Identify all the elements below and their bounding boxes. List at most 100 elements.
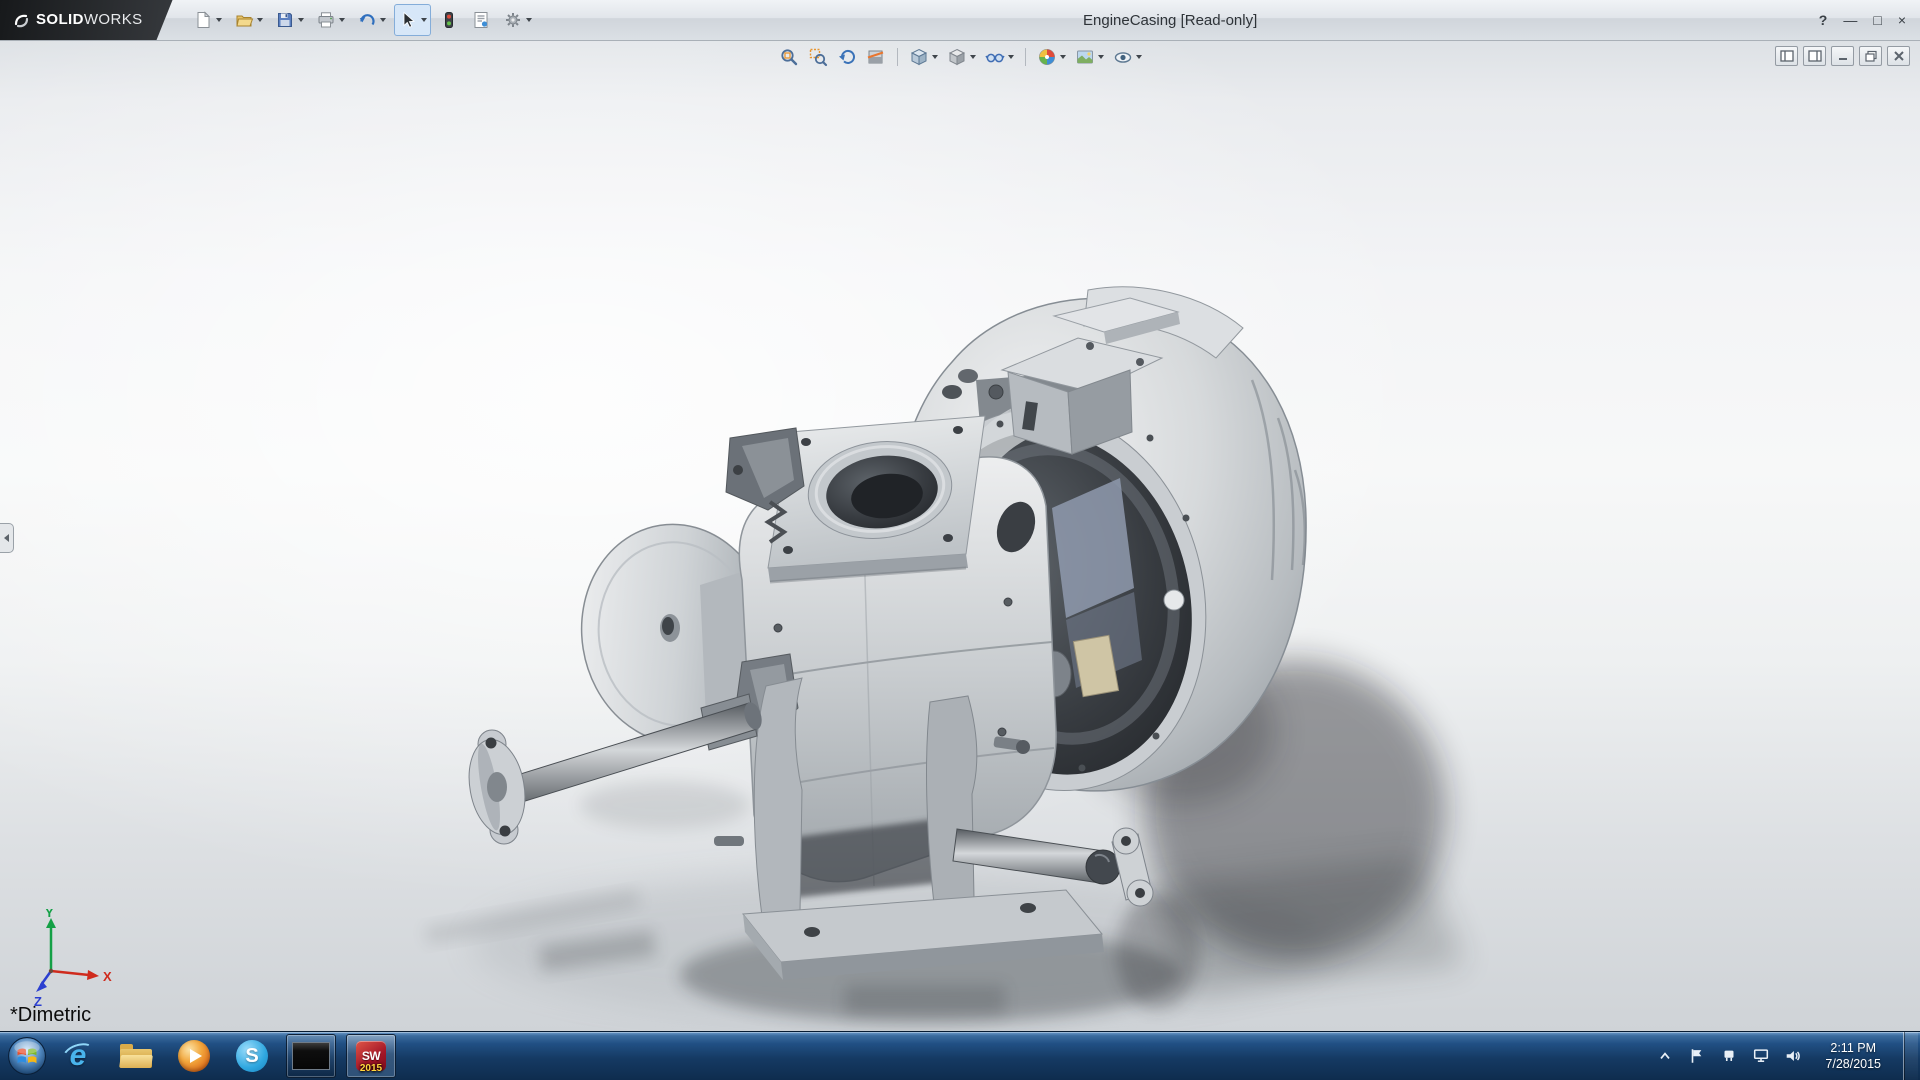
action-center-button[interactable]	[1687, 1043, 1707, 1069]
pane-left-icon	[1780, 50, 1794, 62]
pane-right-button[interactable]	[1803, 46, 1826, 66]
dropdown-arrow-icon	[932, 55, 938, 59]
taskbar-skype[interactable]: S	[228, 1035, 276, 1077]
usb-device-button[interactable]	[1719, 1043, 1739, 1069]
sw-monogram: SW	[362, 1049, 380, 1063]
skype-icon: S	[236, 1040, 268, 1072]
folder-icon	[120, 1044, 152, 1068]
help-button[interactable]: ?	[1819, 13, 1828, 27]
doc-close-button[interactable]	[1887, 46, 1910, 66]
toolbar-separator	[897, 48, 898, 66]
view-orientation-label: *Dimetric	[10, 1004, 91, 1027]
title-bar[interactable]: SOLIDWORKS	[0, 0, 1920, 41]
dropdown-arrow-icon	[298, 18, 304, 22]
save-button[interactable]	[271, 4, 308, 36]
apply-scene-icon	[1075, 47, 1095, 67]
network-button[interactable]	[1751, 1043, 1771, 1069]
rebuild-button[interactable]	[435, 4, 463, 36]
minimize-icon	[1836, 50, 1850, 62]
options-button[interactable]	[499, 4, 536, 36]
taskbar-clock[interactable]: 2:11 PM 7/28/2015	[1815, 1040, 1891, 1073]
usb-icon	[1720, 1047, 1738, 1065]
taskbar-command-prompt[interactable]	[286, 1034, 336, 1078]
zoom-to-fit-button[interactable]	[776, 44, 802, 70]
dropdown-arrow-icon	[526, 18, 532, 22]
save-floppy-icon	[275, 10, 295, 30]
display-style-button[interactable]	[944, 44, 979, 70]
new-document-button[interactable]	[189, 4, 226, 36]
taskbar-solidworks[interactable]: SW 2015	[346, 1034, 396, 1078]
document-window-controls	[1775, 46, 1910, 66]
x-axis-arrow	[87, 970, 99, 980]
taskbar-media-player[interactable]	[170, 1035, 218, 1077]
pane-left-button[interactable]	[1775, 46, 1798, 66]
toolbar-separator	[1025, 48, 1026, 66]
heads-up-view-toolbar	[0, 42, 1920, 72]
app-name-light: WORKS	[84, 11, 143, 28]
apply-scene-button[interactable]	[1072, 44, 1107, 70]
minimize-button[interactable]: —	[1843, 13, 1857, 27]
volume-button[interactable]	[1783, 1043, 1803, 1069]
close-button[interactable]: ×	[1898, 13, 1906, 27]
system-tray: 2:11 PM 7/28/2015	[1655, 1032, 1920, 1080]
print-button[interactable]	[312, 4, 349, 36]
close-icon	[1892, 50, 1906, 62]
rebuild-stoplight-icon	[439, 10, 459, 30]
hide-show-glasses-icon	[985, 47, 1005, 67]
undo-arrow-icon	[357, 10, 377, 30]
hide-show-items-button[interactable]	[982, 44, 1017, 70]
print-icon	[316, 10, 336, 30]
hidden-icons-button[interactable]	[1655, 1043, 1675, 1069]
taskbar-windows-explorer[interactable]	[112, 1035, 160, 1077]
doc-minimize-button[interactable]	[1831, 46, 1854, 66]
display-style-icon	[947, 47, 967, 67]
solidworks-window: SOLIDWORKS	[0, 0, 1920, 1080]
dropdown-arrow-icon	[1136, 55, 1142, 59]
start-button[interactable]	[0, 1032, 54, 1080]
restore-button[interactable]: □	[1873, 13, 1881, 27]
solidworks-logo: SOLIDWORKS	[0, 0, 173, 40]
file-properties-button[interactable]	[467, 4, 495, 36]
dropdown-arrow-icon	[216, 18, 222, 22]
z-axis-arrow	[36, 981, 47, 992]
open-folder-icon	[234, 10, 254, 30]
undo-button[interactable]	[353, 4, 390, 36]
options-gear-icon	[503, 10, 523, 30]
clock-time: 2:11 PM	[1830, 1040, 1876, 1056]
section-view-button[interactable]	[863, 44, 889, 70]
dropdown-arrow-icon	[1060, 55, 1066, 59]
collapse-arrow-icon	[4, 534, 9, 542]
view-orientation-button[interactable]	[906, 44, 941, 70]
open-button[interactable]	[230, 4, 267, 36]
view-settings-button[interactable]	[1110, 44, 1145, 70]
section-view-icon	[866, 47, 886, 67]
display-network-icon	[1752, 1047, 1770, 1065]
dropdown-arrow-icon	[339, 18, 345, 22]
flag-icon	[1688, 1047, 1706, 1065]
standard-toolbar	[173, 4, 536, 36]
document-title: EngineCasing [Read-only]	[536, 12, 1805, 29]
select-pointer-button[interactable]	[394, 4, 431, 36]
x-axis-label: X	[103, 969, 112, 984]
dropdown-arrow-icon	[1098, 55, 1104, 59]
feature-panel-collapse-tab[interactable]	[0, 523, 14, 553]
model-canvas[interactable]	[0, 40, 1920, 1032]
solidworks-app-icon: SW 2015	[356, 1041, 386, 1071]
window-controls: ? — □ ×	[1805, 13, 1920, 27]
edit-appearance-button[interactable]	[1034, 44, 1069, 70]
show-desktop-button[interactable]	[1903, 1032, 1918, 1080]
doc-restore-button[interactable]	[1859, 46, 1882, 66]
internet-explorer-icon: e	[61, 1039, 95, 1073]
previous-view-icon	[837, 47, 857, 67]
sw-version-badge: 2015	[360, 1063, 382, 1074]
appearance-ball-icon	[1037, 47, 1057, 67]
file-properties-icon	[471, 10, 491, 30]
zoom-to-area-button[interactable]	[805, 44, 831, 70]
command-prompt-icon	[292, 1042, 330, 1070]
taskbar-internet-explorer[interactable]: e	[54, 1035, 102, 1077]
dropdown-arrow-icon	[257, 18, 263, 22]
view-settings-eye-icon	[1113, 47, 1133, 67]
previous-view-button[interactable]	[834, 44, 860, 70]
app-name-bold: SOLID	[36, 11, 84, 28]
orientation-triad: Y X Z	[33, 909, 125, 1009]
